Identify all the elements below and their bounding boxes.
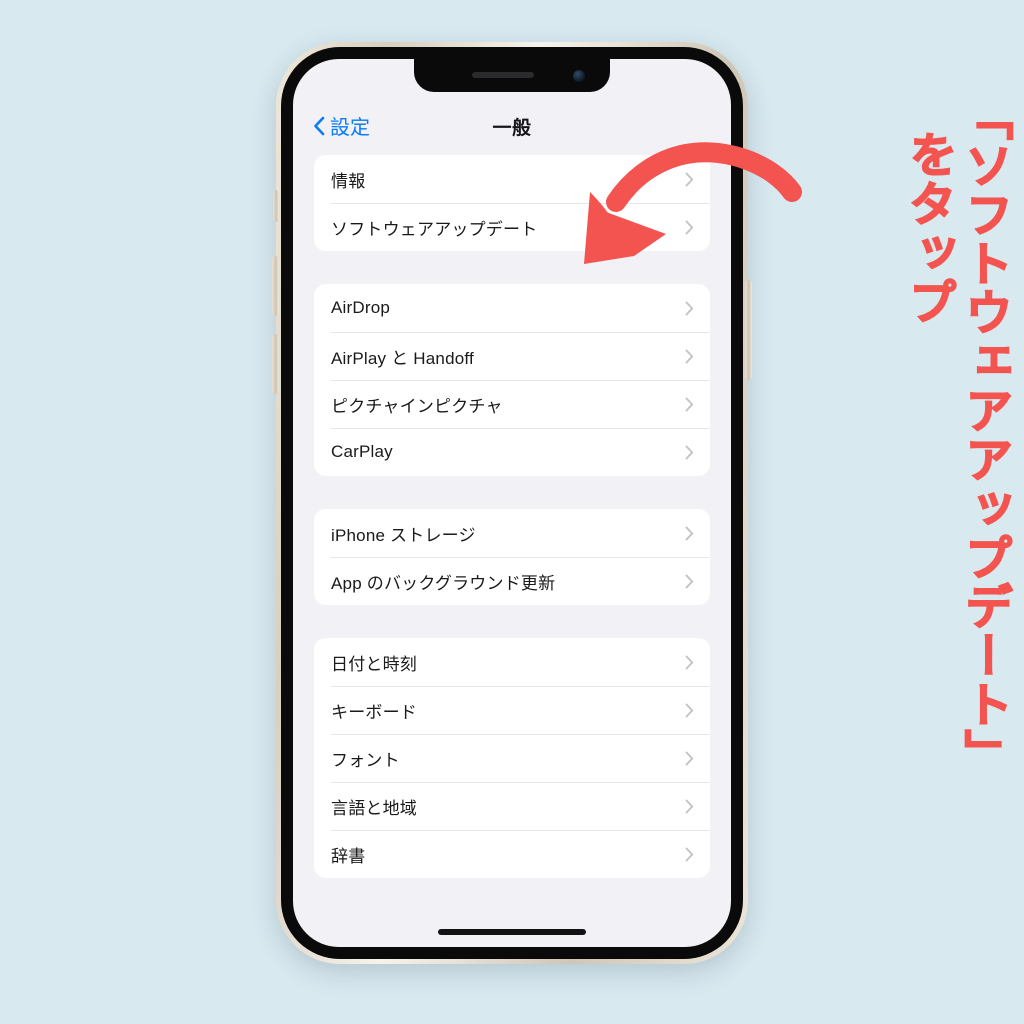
- caption-sub-text: をタップ: [899, 129, 957, 327]
- chevron-right-icon: [685, 220, 694, 234]
- settings-group: AirDrop AirPlay と Handoff ピクチャインピクチャ Car…: [314, 284, 710, 476]
- notch: [414, 59, 610, 92]
- speaker-grille-icon: [472, 72, 534, 78]
- list-item-fonts[interactable]: フォント: [314, 734, 710, 782]
- chevron-right-icon: [685, 655, 694, 669]
- list-item-label: キーボード: [331, 702, 417, 722]
- list-item-airdrop[interactable]: AirDrop: [314, 284, 710, 332]
- list-item-label: AirDrop: [331, 298, 391, 317]
- list-item-carplay[interactable]: CarPlay: [314, 428, 710, 476]
- power-button[interactable]: [745, 280, 752, 380]
- chevron-right-icon: [685, 751, 694, 765]
- settings-list[interactable]: 情報 ソフトウェアアップデート AirDrop AirPlay と Handof…: [293, 155, 731, 878]
- list-item-dictionary[interactable]: 辞書: [314, 830, 710, 878]
- chevron-right-icon: [685, 397, 694, 411]
- list-item-software-update[interactable]: ソフトウェアアップデート: [314, 203, 710, 251]
- chevron-right-icon: [685, 574, 694, 588]
- list-item-label: 辞書: [331, 846, 366, 866]
- list-item-label: 情報: [331, 171, 366, 191]
- list-item-iphone-storage[interactable]: iPhone ストレージ: [314, 509, 710, 557]
- navigation-bar: 設定 一般: [293, 93, 731, 155]
- list-item-picture-in-picture[interactable]: ピクチャインピクチャ: [314, 380, 710, 428]
- list-item-label: 言語と地域: [331, 798, 417, 818]
- volume-up-button[interactable]: [272, 256, 279, 316]
- caption-main-text: 「ソフトウェアアップデート」: [955, 91, 1013, 779]
- list-item-label: iPhone ストレージ: [331, 525, 476, 545]
- settings-group: 情報 ソフトウェアアップデート: [314, 155, 710, 251]
- list-item-language-region[interactable]: 言語と地域: [314, 782, 710, 830]
- list-item-about[interactable]: 情報: [314, 155, 710, 203]
- list-item-label: ピクチャインピクチャ: [331, 396, 503, 416]
- chevron-right-icon: [685, 703, 694, 717]
- chevron-right-icon: [685, 526, 694, 540]
- settings-group: 日付と時刻 キーボード フォント 言語と地域 辞書: [314, 638, 710, 878]
- list-item-airplay-handoff[interactable]: AirPlay と Handoff: [314, 332, 710, 380]
- iphone-device: 設定 一般 情報 ソフトウェアアップデート AirDrop AirPlay と …: [272, 42, 752, 964]
- list-item-label: AirPlay と Handoff: [331, 348, 474, 368]
- page-title: 一般: [492, 118, 532, 139]
- front-camera-icon: [573, 70, 585, 82]
- list-item-keyboard[interactable]: キーボード: [314, 686, 710, 734]
- screenshot-stage: 設定 一般 情報 ソフトウェアアップデート AirDrop AirPlay と …: [0, 0, 1024, 1024]
- chevron-right-icon: [685, 172, 694, 186]
- settings-group: iPhone ストレージ App のバックグラウンド更新: [314, 509, 710, 605]
- phone-screen: 設定 一般 情報 ソフトウェアアップデート AirDrop AirPlay と …: [293, 59, 731, 947]
- list-item-label: App のバックグラウンド更新: [331, 573, 556, 593]
- list-item-label: 日付と時刻: [331, 654, 417, 674]
- caption-annotation: をタップ 「ソフトウェアアップデート」: [899, 91, 1013, 932]
- list-item-background-app-refresh[interactable]: App のバックグラウンド更新: [314, 557, 710, 605]
- mute-switch-button[interactable]: [273, 190, 279, 222]
- chevron-right-icon: [685, 301, 694, 315]
- chevron-right-icon: [685, 799, 694, 813]
- list-item-date-time[interactable]: 日付と時刻: [314, 638, 710, 686]
- list-item-label: ソフトウェアアップデート: [331, 219, 538, 239]
- chevron-right-icon: [685, 847, 694, 861]
- volume-down-button[interactable]: [272, 334, 279, 394]
- list-item-label: CarPlay: [331, 442, 393, 461]
- home-indicator: [438, 929, 586, 935]
- chevron-right-icon: [685, 445, 694, 459]
- chevron-right-icon: [685, 349, 694, 363]
- list-item-label: フォント: [331, 750, 400, 770]
